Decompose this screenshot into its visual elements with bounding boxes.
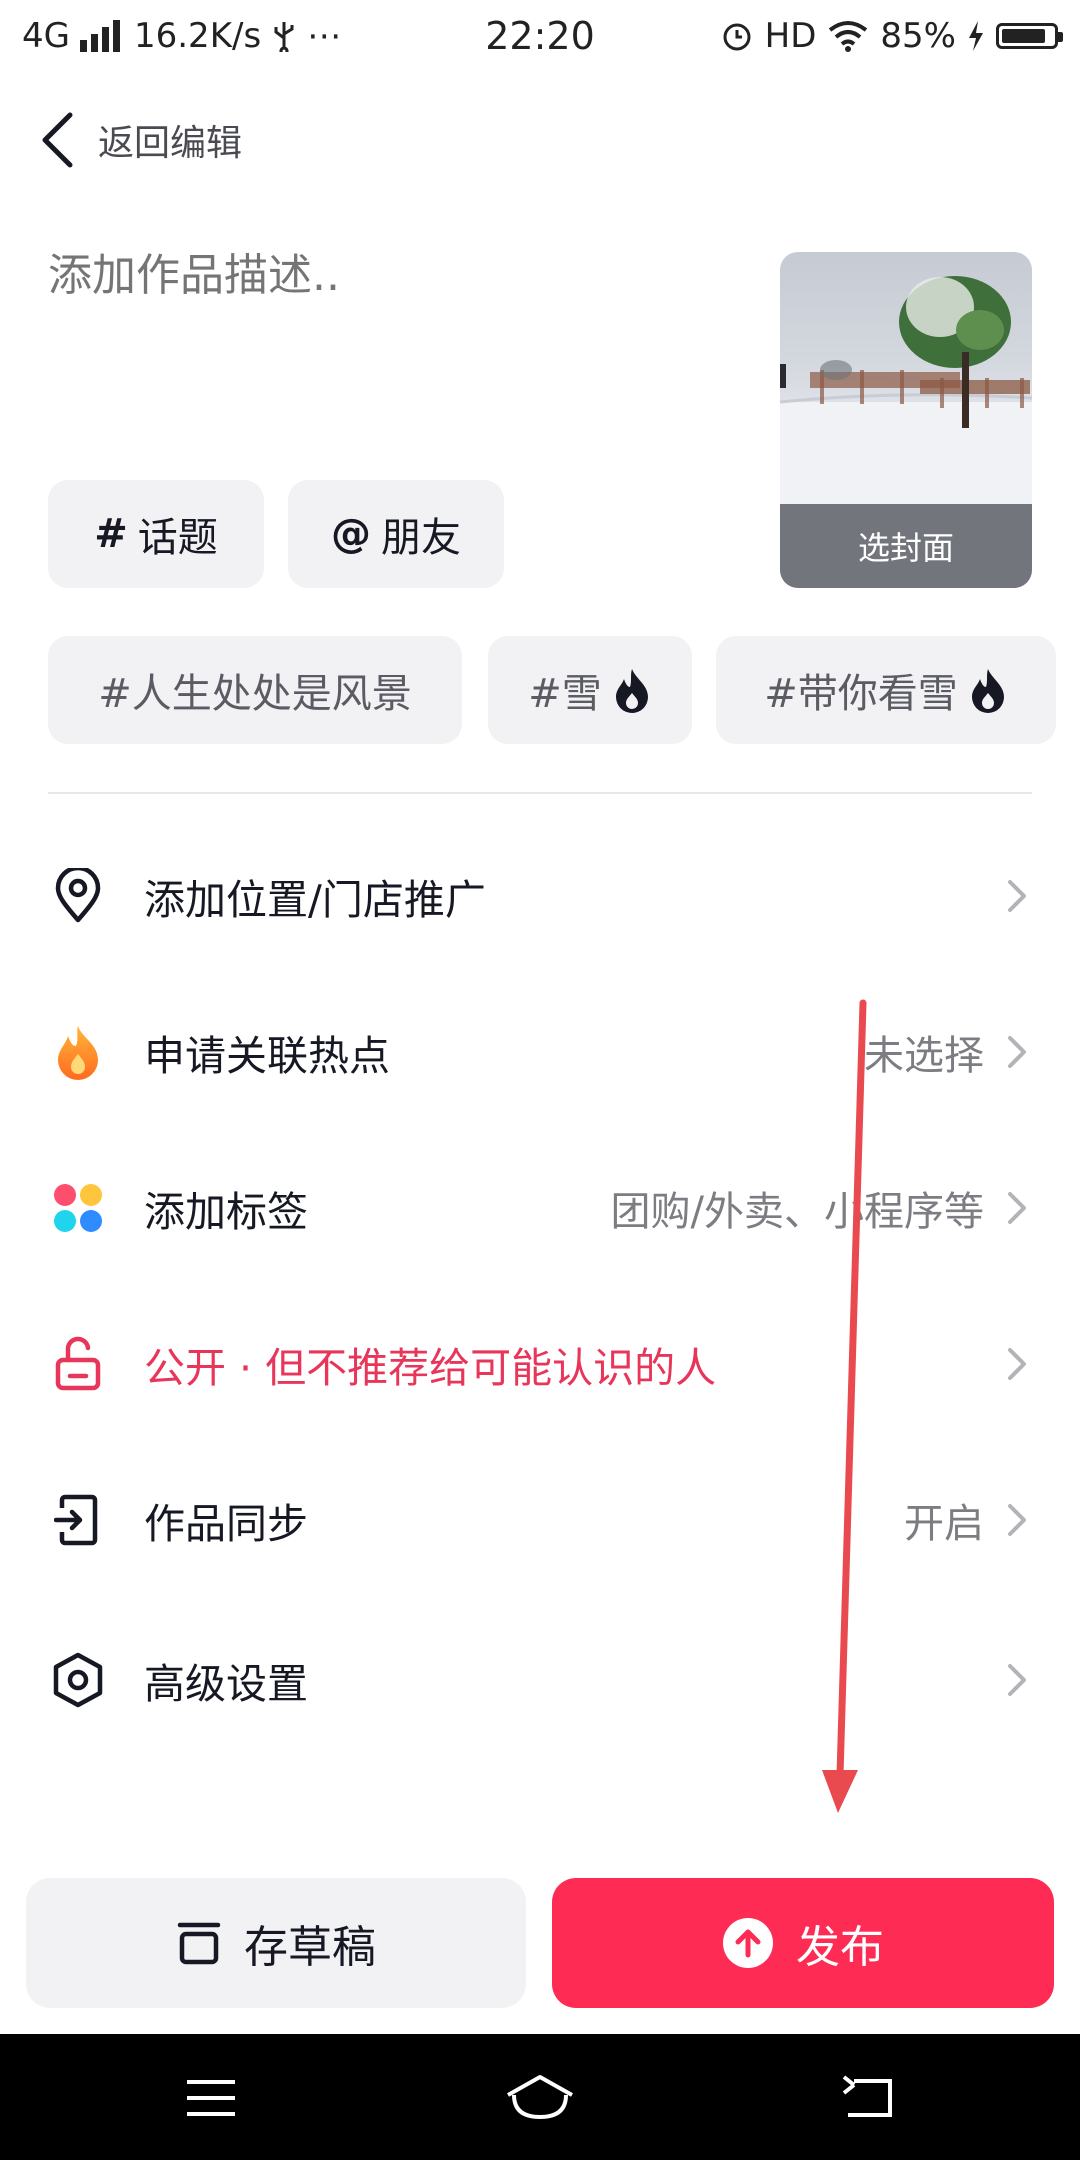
suggested-tag-label: #雪 xyxy=(528,671,602,717)
chevron-right-icon xyxy=(1008,1348,1026,1380)
publish-label: 发布 xyxy=(796,1922,884,1973)
back-label: 返回编辑 xyxy=(98,123,243,164)
save-draft-label: 存草稿 xyxy=(244,1922,376,1973)
row-value: 团购/外卖、小程序等 xyxy=(610,1189,984,1235)
row-label: 申请关联热点 xyxy=(144,1032,390,1080)
divider xyxy=(48,792,1032,794)
menu-nav-button[interactable] xyxy=(166,2066,256,2130)
cover-label: 选封面 xyxy=(780,504,1032,588)
suggested-tag[interactable]: #带你看雪 xyxy=(716,636,1056,744)
friend-label: 朋友 xyxy=(381,515,461,561)
four-dots-icon xyxy=(48,1178,108,1238)
hexagon-gear-icon xyxy=(48,1650,108,1710)
row-label: 添加标签 xyxy=(144,1188,308,1236)
suggested-tag[interactable]: #人生处处是风景 xyxy=(48,636,462,744)
back-icon xyxy=(842,2075,892,2117)
at-icon: @ xyxy=(331,511,371,557)
status-bar: 4G 16.2K/s ⋯ 22:20 HD 85% xyxy=(0,0,1080,72)
topic-label: 话题 xyxy=(137,515,218,561)
suggested-tag[interactable]: #雪 xyxy=(488,636,692,744)
save-draft-button[interactable]: 存草稿 xyxy=(26,1878,526,2008)
hd-indicator: HD xyxy=(764,16,817,56)
chevron-right-icon xyxy=(1008,1664,1026,1696)
mention-friend-button[interactable]: @ 朋友 xyxy=(288,480,504,588)
hashtag-icon: # xyxy=(94,511,128,557)
alarm-icon xyxy=(723,23,751,51)
hot-flame-icon xyxy=(971,669,1004,713)
hot-flame-icon xyxy=(615,669,648,713)
draft-box-icon xyxy=(177,1922,221,1965)
cover-selector[interactable]: 选封面 xyxy=(780,252,1032,588)
menu-icon xyxy=(187,2080,235,2116)
charging-icon xyxy=(969,21,983,51)
add-location-row[interactable]: 添加位置/门店推广 xyxy=(48,836,1032,956)
chevron-right-icon xyxy=(1008,1036,1026,1068)
row-label: 作品同步 xyxy=(144,1500,308,1548)
topic-button[interactable]: # 话题 xyxy=(48,480,264,588)
home-icon xyxy=(507,2075,573,2120)
battery-percent: 85% xyxy=(880,16,956,56)
wifi-icon xyxy=(829,21,868,52)
chevron-right-icon xyxy=(1008,1192,1026,1224)
suggested-tag-label: #带你看雪 xyxy=(764,671,958,717)
home-nav-button[interactable] xyxy=(495,2066,585,2130)
battery-icon xyxy=(996,23,1063,49)
row-value: 开启 xyxy=(904,1501,984,1547)
back-nav-button[interactable] xyxy=(823,2066,913,2130)
chevron-right-icon xyxy=(1008,1504,1026,1536)
suggested-tag-label: #人生处处是风景 xyxy=(98,671,412,717)
back-to-edit-button[interactable]: 返回编辑 xyxy=(40,105,242,175)
chevron-left-icon xyxy=(42,112,73,168)
unlock-icon xyxy=(48,1334,108,1394)
chevron-right-icon xyxy=(1008,880,1026,912)
description-input[interactable] xyxy=(48,250,748,301)
location-pin-icon xyxy=(48,866,108,926)
row-label: 添加位置/门店推广 xyxy=(144,876,486,924)
annotation-arrow xyxy=(822,999,867,1813)
system-nav-bar xyxy=(0,2034,1080,2160)
publish-button[interactable]: 发布 xyxy=(552,1878,1054,2008)
upload-arrow-icon xyxy=(723,1918,773,1968)
sync-export-icon xyxy=(48,1490,108,1550)
flame-icon xyxy=(48,1022,108,1082)
